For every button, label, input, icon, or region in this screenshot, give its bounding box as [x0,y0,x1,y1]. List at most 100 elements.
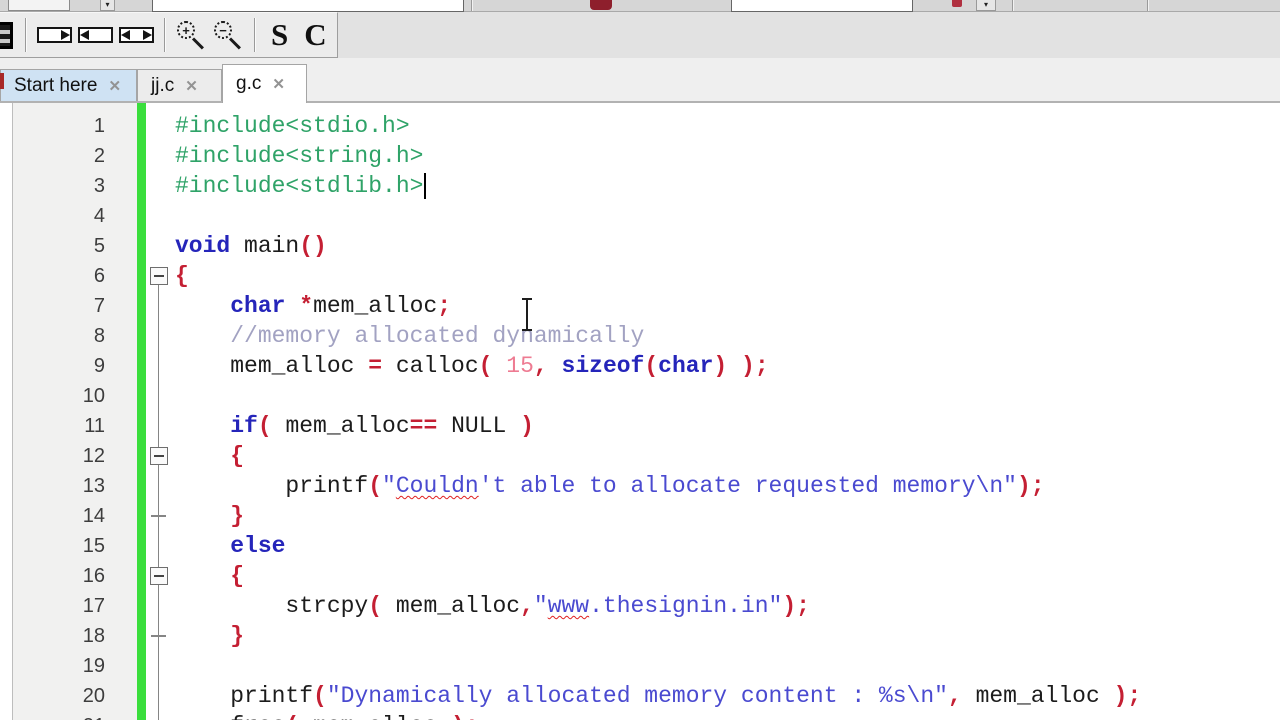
code-segment: ( [368,593,383,619]
tab-g-c[interactable]: g.c ✕ [222,64,307,103]
code-line[interactable]: } [175,501,244,531]
code-segment: ( [313,683,327,709]
code-segment: void [175,233,231,259]
code-segment: " [533,593,548,619]
code-line[interactable]: { [175,561,244,591]
block-select-left-icon[interactable] [78,27,113,43]
code-segment: strcpy [175,593,369,619]
spellcheck-tool[interactable]: S [263,18,296,52]
code-line[interactable]: mem_alloc = calloc( 15, sizeof(char) ); [175,351,769,381]
code-line[interactable]: #include<stdio.h> [175,111,410,141]
code-segment: ( [644,353,659,379]
code-segment: ); [741,353,769,379]
fold-collapse-icon[interactable] [150,447,168,465]
line-number: 14 [82,505,105,527]
code-segment: calloc [382,353,479,379]
tab-close-icon[interactable]: ✕ [185,77,198,95]
line-number: 18 [82,625,105,647]
fold-end-tick [151,635,166,637]
code-segment: () [299,233,327,259]
code-segment: printf [175,473,369,499]
fold-collapse-icon[interactable] [150,267,168,285]
combo-dropdown-icon[interactable]: ▾ [100,0,115,11]
code-line[interactable]: #include<stdlib.h> [175,171,423,201]
block-select-right-icon[interactable] [37,27,72,43]
code-segment: == [409,413,438,439]
code-line[interactable]: char *mem_alloc; [175,291,451,321]
tab-close-icon[interactable]: ✕ [272,75,285,93]
spellcheck-tool-label: S [271,17,289,52]
line-number: 8 [93,325,105,347]
code-segment: #include<stdlib.h> [175,173,424,199]
toolbar-separator [164,18,166,52]
red-mini-icon[interactable] [952,0,962,7]
code-line[interactable]: { [175,441,244,471]
window-fragment-icon[interactable] [0,21,13,49]
line-number: 19 [82,655,105,677]
code-line[interactable]: { [175,261,189,291]
zoom-in-icon-glyph: + [177,20,195,39]
code-segment: char [230,293,286,319]
code-segment: , [533,353,548,379]
code-segment: else [230,533,286,559]
line-number: 1 [93,115,105,137]
toolbar-separator [1147,0,1149,11]
line-number: 2 [93,145,105,167]
toolbar-separator [471,0,473,11]
tab-jj-c[interactable]: jj.c ✕ [137,69,222,101]
code-segment: { [230,443,245,469]
code-line[interactable]: #include<string.h> [175,141,423,171]
tab-close-icon[interactable]: ✕ [108,77,121,95]
search-input[interactable] [152,0,464,12]
fold-collapse-icon[interactable] [150,567,168,585]
line-number: 17 [82,595,105,617]
code-segment: ( [285,713,299,720]
line-number: 6 [93,265,105,287]
block-select-both-icon[interactable] [119,27,154,43]
zoom-out-icon-glyph: − [214,20,232,39]
code-segment: ) [520,413,534,439]
code-segment: , [520,593,534,619]
zoom-in-icon[interactable]: + [176,20,207,51]
code-segment: } [230,623,245,649]
goto-input[interactable] [731,0,913,12]
code-segment: if [230,413,258,439]
code-line[interactable]: } [175,621,244,651]
code-segment: ); [451,713,479,720]
line-number: 3 [93,175,105,197]
code-segment: www [547,593,590,619]
code-line[interactable]: //memory allocated dynamically [175,321,644,351]
codestat-tool[interactable]: C [296,18,334,52]
fold-end-tick [151,515,166,517]
code-segment: ( [368,473,383,499]
red-tool-icon[interactable] [590,0,612,10]
code-line[interactable]: free( mem_alloc ); [175,711,479,720]
code-segment: "Dynamically allocated memory content : … [326,683,948,709]
code-segment: char [658,353,714,379]
code-line[interactable]: strcpy( mem_alloc,"www.thesignin.in"); [175,591,810,621]
code-editor[interactable]: 1 #include<stdio.h> 2 #include<string.h> 3 #i… [0,103,1280,720]
toolbar-separator [254,18,256,52]
code-segment: //memory allocated dynamically [230,323,645,349]
line-number: 20 [82,685,105,707]
code-segment: { [175,263,189,289]
code-line[interactable]: void main() [175,231,327,261]
code-segment: 't able to allocate requested memory\n" [478,473,1017,499]
code-line[interactable]: if( mem_alloc== NULL ) [175,411,534,441]
code-segment: mem_alloc [299,713,451,720]
tab-start-here[interactable]: Start here ✕ [0,69,137,101]
zoom-out-icon[interactable]: − [213,20,244,51]
code-line[interactable]: printf("Dynamically allocated memory con… [175,681,1141,711]
code-segment: #include<stdio.h> [175,113,410,139]
code-line[interactable]: printf("Couldn't able to allocate reques… [175,471,1044,501]
code-segment: sizeof [561,353,645,379]
dropdown-icon[interactable]: ▾ [976,0,996,11]
build-target-combo[interactable] [8,0,70,11]
code-line[interactable]: else [175,531,285,561]
